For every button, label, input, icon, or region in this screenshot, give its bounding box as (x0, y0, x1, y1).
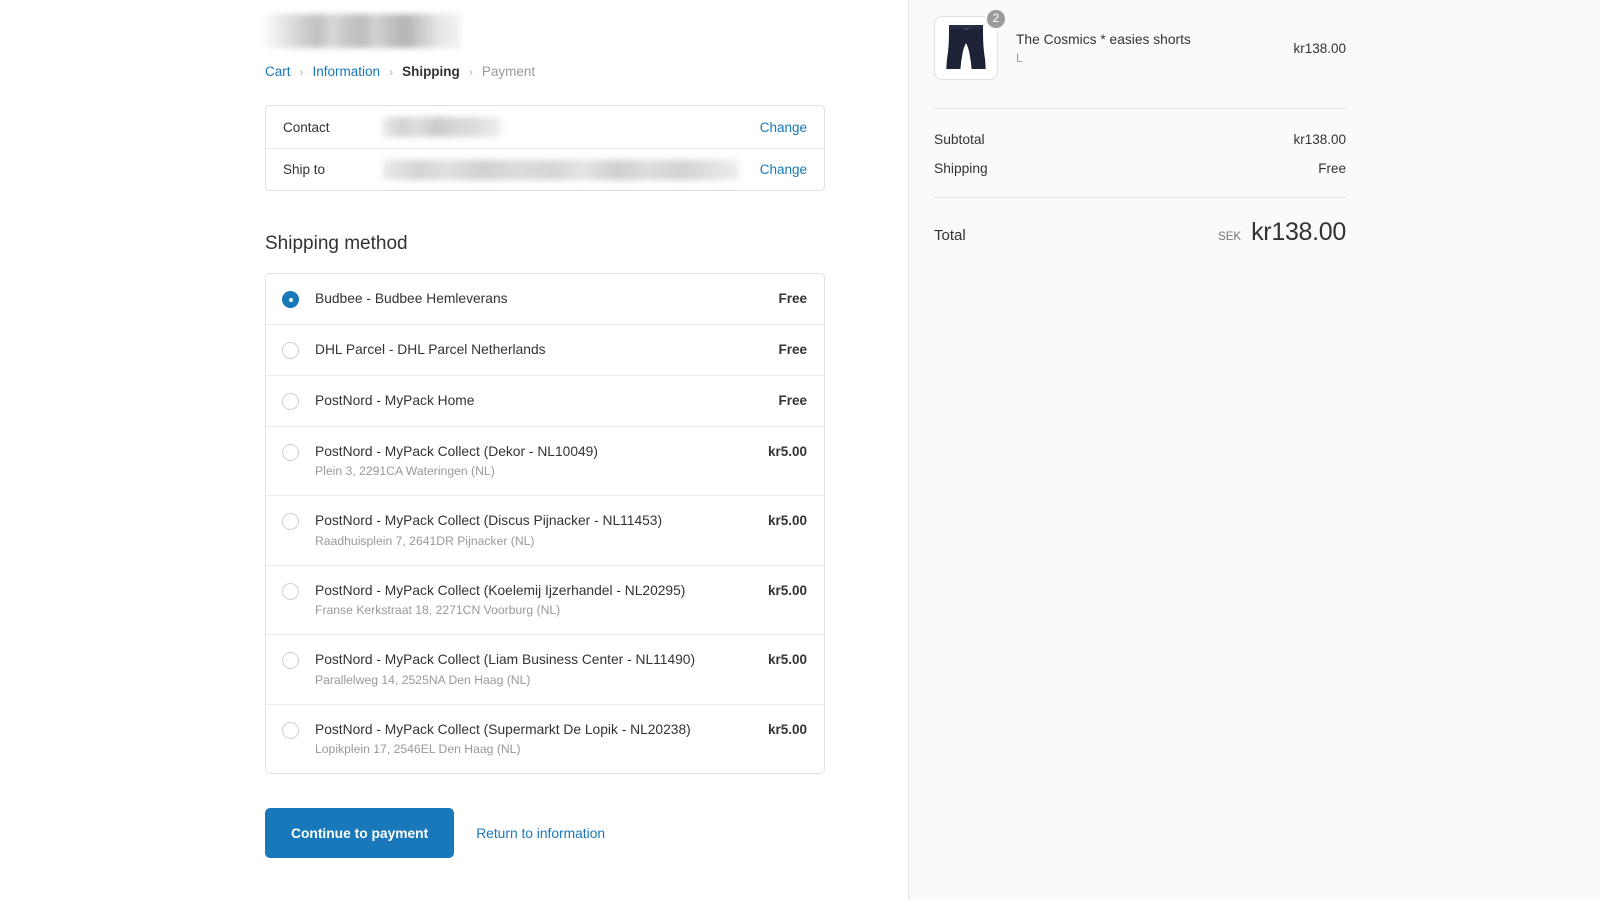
change-contact-link[interactable]: Change (760, 120, 807, 135)
radio-icon[interactable] (282, 291, 299, 308)
subtotal-value: kr138.00 (1293, 132, 1346, 147)
breadcrumb: Cart › Information › Shipping › Payment (265, 64, 825, 79)
redacted-address-bar (383, 160, 739, 180)
redacted-contact-bar (383, 117, 501, 137)
breadcrumb-item-cart[interactable]: Cart (265, 64, 291, 79)
grand-total-amount: SEK kr138.00 (1218, 218, 1346, 247)
shipping-total-label: Shipping (934, 161, 988, 176)
checkout-actions: Continue to payment Return to informatio… (265, 808, 825, 858)
grand-total-label: Total (934, 227, 966, 244)
shipping-method-list: Budbee - Budbee Hemleverans Free DHL Par… (265, 273, 825, 774)
checkout-main-column: Cart › Information › Shipping › Payment … (0, 0, 908, 900)
shipping-option-budbee[interactable]: Budbee - Budbee Hemleverans Free (266, 274, 824, 324)
radio-icon[interactable] (282, 444, 299, 461)
subtotal-row: Subtotal kr138.00 (934, 125, 1346, 154)
shipping-method-title: Shipping method (265, 233, 825, 255)
shipping-option-collect-dekor[interactable]: PostNord - MyPack Collect (Dekor - NL100… (266, 426, 824, 495)
shipping-option-mypack-home[interactable]: PostNord - MyPack Home Free (266, 375, 824, 426)
summary-totals: Subtotal kr138.00 Shipping Free (934, 109, 1346, 197)
contact-label: Contact (283, 120, 383, 135)
shipping-option-address: Parallelweg 14, 2525NA Den Haag (NL) (315, 673, 754, 688)
subtotal-label: Subtotal (934, 132, 985, 147)
return-to-information-link[interactable]: Return to information (476, 826, 605, 841)
chevron-right-icon: › (389, 66, 393, 78)
contact-summary-card: Contact Change Ship to Change (265, 105, 825, 191)
product-variant: L (1016, 51, 1279, 65)
product-info: The Cosmics * easies shorts L (1016, 31, 1279, 66)
grand-total-row: Total SEK kr138.00 (934, 198, 1346, 247)
shipping-option-label: DHL Parcel - DHL Parcel Netherlands (315, 341, 764, 358)
shipping-option-price: kr5.00 (768, 444, 807, 459)
order-summary-sidebar: 2 The Cosmics * easies shorts L kr138.00… (908, 0, 1600, 900)
contact-row: Contact Change (266, 106, 824, 148)
shipping-option-price: kr5.00 (768, 583, 807, 598)
product-thumbnail-wrapper: 2 (934, 16, 998, 80)
breadcrumb-item-payment: Payment (482, 64, 535, 79)
product-price: kr138.00 (1293, 41, 1346, 56)
shipping-option-price: kr5.00 (768, 652, 807, 667)
shipping-option-address: Franse Kerkstraat 18, 2271CN Voorburg (N… (315, 603, 754, 618)
radio-icon[interactable] (282, 393, 299, 410)
checkout-page: Cart › Information › Shipping › Payment … (0, 0, 1600, 900)
currency-code: SEK (1218, 231, 1241, 243)
radio-icon[interactable] (282, 342, 299, 359)
shipping-option-label: Budbee - Budbee Hemleverans (315, 290, 764, 307)
shipping-option-address: Raadhuisplein 7, 2641DR Pijnacker (NL) (315, 534, 754, 549)
shipping-option-price: Free (778, 393, 807, 408)
shipping-option-price: kr5.00 (768, 722, 807, 737)
shipping-total-row: Shipping Free (934, 154, 1346, 183)
shipping-option-label: PostNord - MyPack Collect (Supermarkt De… (315, 721, 754, 738)
shipping-option-label: PostNord - MyPack Collect (Koelemij Ijze… (315, 582, 754, 599)
shipping-option-collect-supermarkt-de-lopik[interactable]: PostNord - MyPack Collect (Supermarkt De… (266, 704, 824, 773)
shipping-total-value: Free (1318, 161, 1346, 176)
breadcrumb-item-shipping: Shipping (402, 64, 460, 79)
chevron-right-icon: › (300, 66, 304, 78)
shipping-option-collect-liam-business-center[interactable]: PostNord - MyPack Collect (Liam Business… (266, 634, 824, 703)
shipping-option-collect-discus-pijnacker[interactable]: PostNord - MyPack Collect (Discus Pijnac… (266, 495, 824, 564)
radio-icon[interactable] (282, 652, 299, 669)
shipping-option-dhl-parcel[interactable]: DHL Parcel - DHL Parcel Netherlands Free (266, 324, 824, 375)
ship-to-value-redacted (383, 160, 760, 180)
shipping-option-address: Lopikplein 17, 2546EL Den Haag (NL) (315, 742, 754, 757)
quantity-badge: 2 (985, 8, 1007, 30)
shipping-option-price: Free (778, 291, 807, 306)
contact-value-redacted (383, 117, 760, 137)
shipping-option-collect-koelemij[interactable]: PostNord - MyPack Collect (Koelemij Ijze… (266, 565, 824, 634)
ship-to-label: Ship to (283, 162, 383, 177)
product-title: The Cosmics * easies shorts (1016, 31, 1279, 49)
shipping-option-price: kr5.00 (768, 513, 807, 528)
order-line-item: 2 The Cosmics * easies shorts L kr138.00 (934, 16, 1346, 108)
shipping-option-label: PostNord - MyPack Home (315, 392, 764, 409)
ship-to-row: Ship to Change (266, 148, 824, 190)
breadcrumb-item-information[interactable]: Information (313, 64, 381, 79)
shipping-option-price: Free (778, 342, 807, 357)
continue-to-payment-button[interactable]: Continue to payment (265, 808, 454, 858)
chevron-right-icon: › (469, 66, 473, 78)
shipping-option-label: PostNord - MyPack Collect (Discus Pijnac… (315, 512, 754, 529)
shipping-option-label: PostNord - MyPack Collect (Dekor - NL100… (315, 443, 754, 460)
grand-total-value: kr138.00 (1251, 218, 1346, 247)
shipping-option-label: PostNord - MyPack Collect (Liam Business… (315, 651, 754, 668)
radio-icon[interactable] (282, 583, 299, 600)
store-logo[interactable] (265, 14, 461, 48)
change-address-link[interactable]: Change (760, 162, 807, 177)
radio-icon[interactable] (282, 513, 299, 530)
radio-icon[interactable] (282, 722, 299, 739)
shipping-option-address: Plein 3, 2291CA Wateringen (NL) (315, 464, 754, 479)
